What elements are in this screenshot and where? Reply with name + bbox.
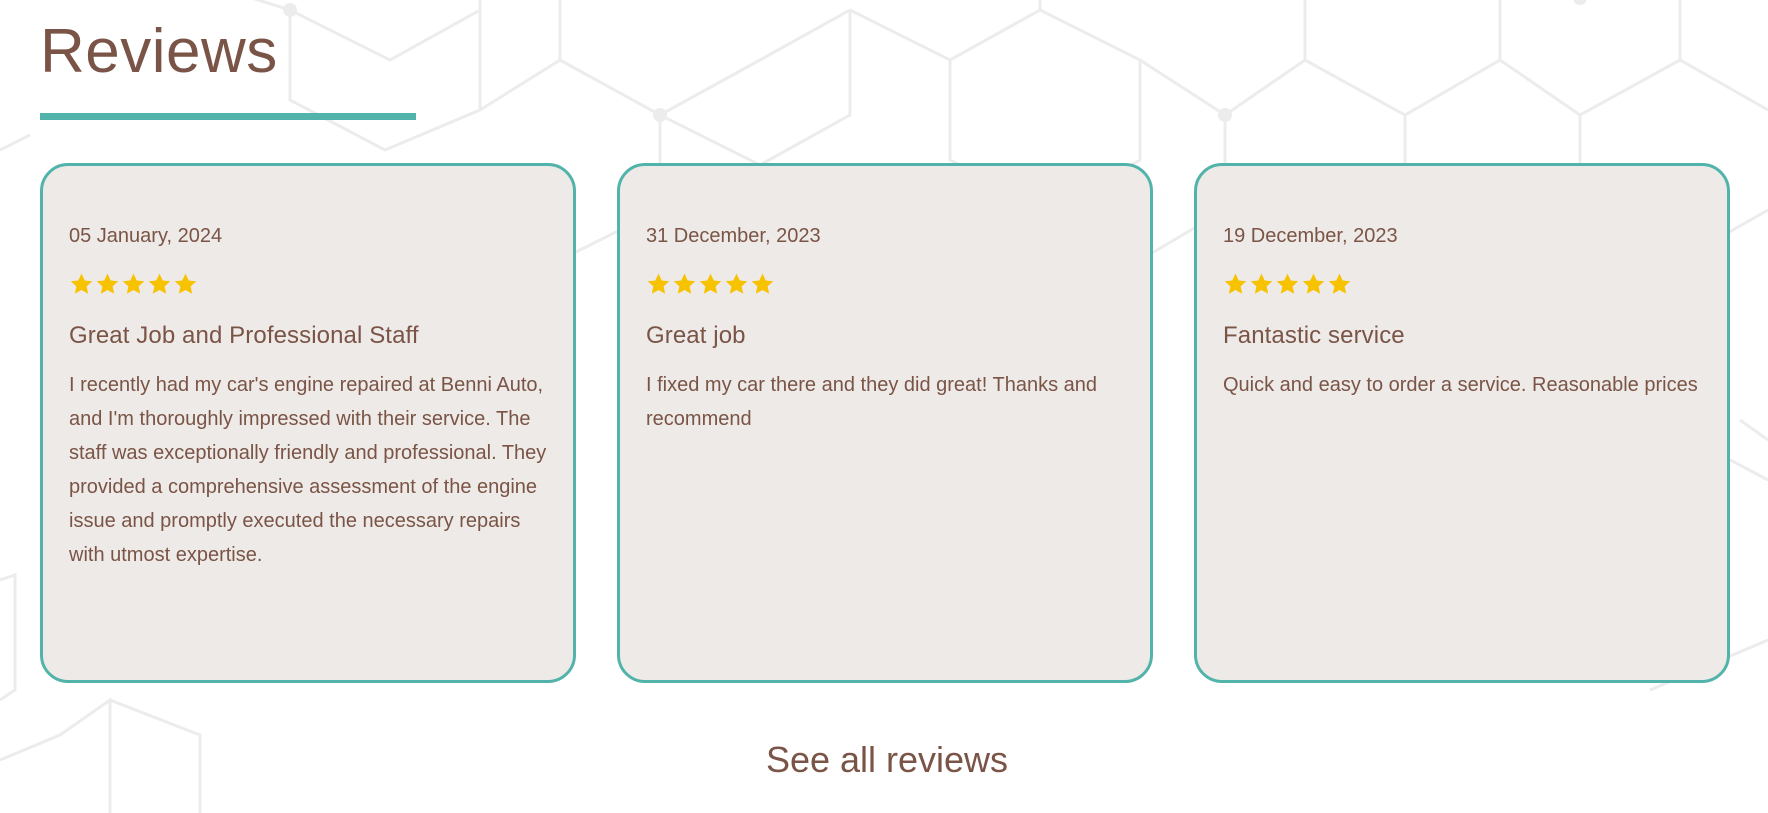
star-icon — [672, 272, 697, 297]
section-title: Reviews — [40, 17, 278, 86]
review-title: Great job — [646, 322, 746, 349]
review-date: 05 January, 2024 — [69, 225, 223, 247]
review-date: 31 December, 2023 — [646, 225, 821, 247]
review-text: I recently had my car's engine repaired … — [69, 374, 547, 566]
star-icon — [95, 272, 120, 297]
star-icon — [1223, 272, 1248, 297]
star-rating — [646, 272, 1124, 298]
review-card: 05 January, 2024 Great Job and Professio… — [40, 163, 576, 683]
review-cards: 05 January, 2024 Great Job and Professio… — [40, 163, 1734, 687]
star-icon — [173, 272, 198, 297]
star-icon — [1301, 272, 1326, 297]
review-title: Fantastic service — [1223, 322, 1405, 349]
review-text: I fixed my car there and they did great!… — [646, 374, 1097, 430]
title-underline — [40, 113, 416, 120]
star-icon — [1275, 272, 1300, 297]
star-icon — [724, 272, 749, 297]
star-icon — [750, 272, 775, 297]
see-all-reviews-link[interactable]: See all reviews — [0, 734, 1768, 786]
star-icon — [147, 272, 172, 297]
review-card: 31 December, 2023 Great job I fixed my c… — [617, 163, 1153, 683]
review-title: Great Job and Professional Staff — [69, 322, 419, 349]
review-text: Quick and easy to order a service. Reaso… — [1223, 374, 1698, 396]
review-date: 19 December, 2023 — [1223, 225, 1398, 247]
reviews-section: Reviews 05 January, 2024 Great Job and P… — [0, 0, 1768, 813]
star-icon — [646, 272, 671, 297]
star-icon — [121, 272, 146, 297]
review-card: 19 December, 2023 Fantastic service Quic… — [1194, 163, 1730, 683]
star-rating — [69, 272, 547, 298]
star-icon — [1249, 272, 1274, 297]
star-rating — [1223, 272, 1701, 298]
star-icon — [698, 272, 723, 297]
star-icon — [69, 272, 94, 297]
star-icon — [1327, 272, 1352, 297]
